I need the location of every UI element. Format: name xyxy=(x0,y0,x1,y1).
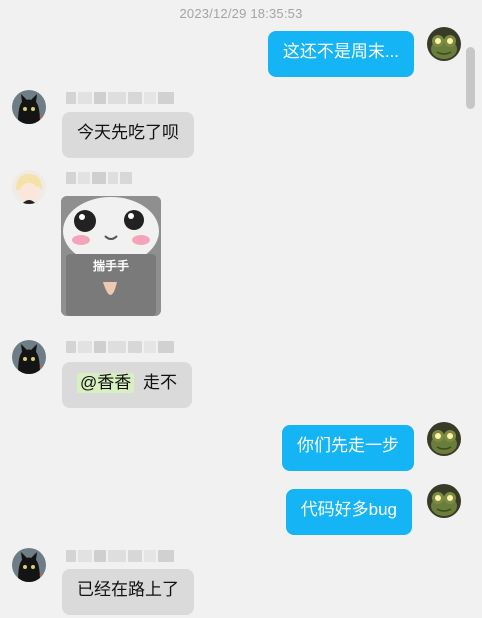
image-message[interactable]: 揣手手 xyxy=(61,196,161,316)
sender-name-blurred xyxy=(66,171,132,185)
sender-name-blurred xyxy=(66,549,174,563)
sender-name-blurred xyxy=(66,340,174,354)
chat-window: 2023/12/29 18:35:53 这还不是周末... 今天先吃了呗 揣手手… xyxy=(0,0,482,618)
message-bubble-6[interactable]: 代码好多bug xyxy=(285,489,412,535)
black-cat-avatar-icon xyxy=(12,548,46,582)
message-bubble-2[interactable]: 今天先吃了呗 xyxy=(62,112,194,158)
message-timestamp: 2023/12/29 18:35:53 xyxy=(179,6,303,21)
message-bubble-7[interactable]: 已经在路上了 xyxy=(62,569,194,615)
black-cat-avatar[interactable] xyxy=(12,548,46,582)
message-bubble-1[interactable]: 这还不是周末... xyxy=(267,31,414,77)
message-bubble-5[interactable]: 你们先走一步 xyxy=(282,425,414,471)
frog-avatar[interactable] xyxy=(427,27,461,61)
black-cat-avatar[interactable] xyxy=(12,340,46,374)
scrollbar-thumb[interactable] xyxy=(466,47,475,109)
frog-avatar[interactable] xyxy=(427,422,461,456)
black-cat-avatar-icon xyxy=(12,340,46,374)
cat-sticker-image xyxy=(61,196,161,316)
message-bubble-4[interactable]: @香香 走不 xyxy=(62,362,192,408)
image-caption: 揣手手 xyxy=(92,259,129,273)
frog-avatar[interactable] xyxy=(427,484,461,518)
black-cat-avatar-icon xyxy=(12,90,46,124)
frog-avatar-icon xyxy=(427,27,461,61)
anime-boy-avatar[interactable] xyxy=(12,170,46,204)
mention-tag[interactable]: @香香 xyxy=(77,373,135,394)
frog-avatar-icon xyxy=(427,422,461,456)
black-cat-avatar[interactable] xyxy=(12,90,46,124)
sender-name-blurred xyxy=(66,91,174,105)
anime-boy-avatar-icon xyxy=(12,170,46,204)
message-text: 走不 xyxy=(143,373,177,392)
frog-avatar-icon xyxy=(427,484,461,518)
